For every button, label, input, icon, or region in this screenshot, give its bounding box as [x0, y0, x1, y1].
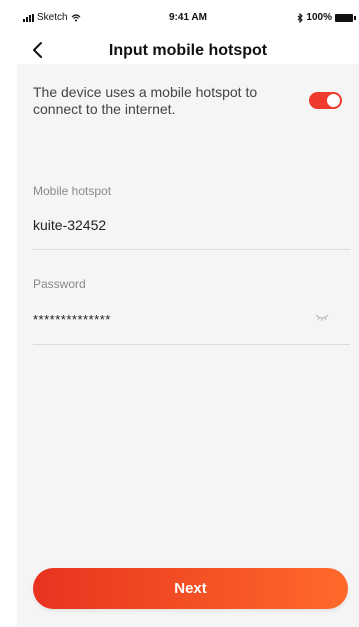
next-button[interactable]: Next: [33, 568, 348, 609]
password-value[interactable]: **************: [33, 312, 111, 327]
eye-hidden-icon[interactable]: [315, 314, 329, 322]
navigation-bar: Input mobile hotspot: [17, 38, 359, 66]
hotspot-toggle[interactable]: [309, 92, 342, 109]
page-title: Input mobile hotspot: [108, 42, 268, 59]
phone-screen: Sketch 9:41 AM 100% Input mobile hotspot…: [17, 4, 359, 627]
password-label: Password: [33, 277, 86, 291]
status-right: 100%: [297, 12, 356, 23]
toggle-knob: [327, 94, 340, 107]
hotspot-label: Mobile hotspot: [33, 184, 112, 198]
content-panel: [17, 64, 359, 627]
bluetooth-icon: [298, 12, 304, 23]
password-divider: [33, 344, 350, 345]
status-bar: Sketch 9:41 AM 100%: [17, 4, 359, 28]
hotspot-divider: [33, 249, 350, 250]
battery-percent: 100%: [306, 12, 332, 23]
battery-icon: [335, 13, 356, 22]
hotspot-description: The device uses a mobile hotspot to conn…: [33, 84, 258, 117]
hotspot-value[interactable]: kuite-32452: [33, 217, 106, 233]
